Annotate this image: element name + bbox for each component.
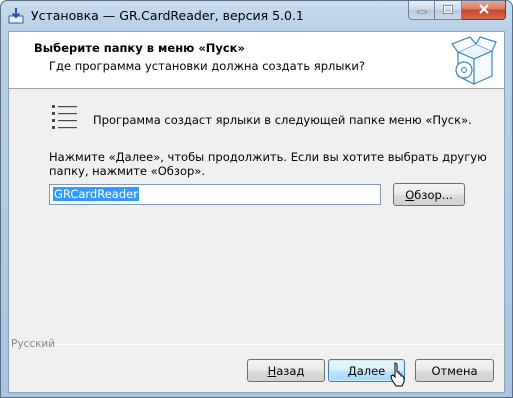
installer-window: Установка — GR.CardReader, версия 5.0.1 … <box>0 0 513 398</box>
browse-button-label: Обзор... <box>405 187 453 202</box>
cancel-button[interactable]: Отмена <box>415 359 494 382</box>
minimize-button[interactable] <box>408 1 435 20</box>
back-button[interactable]: Назад <box>247 359 325 382</box>
wizard-page: Выберите папку в меню «Пуск» Где програм… <box>8 31 505 393</box>
caption-buttons <box>408 1 506 21</box>
maximize-icon <box>443 3 453 17</box>
instructions-text: Нажмите «Далее», чтобы продолжить. Если … <box>49 150 487 178</box>
footer-divider <box>53 344 504 345</box>
close-icon <box>478 3 490 17</box>
page-title: Выберите папку в меню «Пуск» <box>34 41 245 55</box>
software-box-icon <box>448 34 498 88</box>
start-menu-folder-input[interactable]: GRCardReader <box>49 184 381 205</box>
cancel-button-label: Отмена <box>431 363 478 378</box>
list-icon <box>51 104 79 134</box>
page-subtitle: Где программа установки должна создать я… <box>49 59 365 73</box>
next-button-label: Далее <box>347 363 386 378</box>
mouse-pointer-icon <box>390 362 406 388</box>
language-label: Русский <box>11 338 56 350</box>
wizard-header: Выберите папку в меню «Пуск» Где програм… <box>9 32 504 89</box>
window-title: Установка — GR.CardReader, версия 5.0.1 <box>31 8 304 23</box>
installer-icon <box>7 7 25 25</box>
title-bar[interactable]: Установка — GR.CardReader, версия 5.0.1 <box>1 1 512 31</box>
info-text: Программа создаст ярлыки в следующей пап… <box>93 113 472 127</box>
back-button-label: Назад <box>267 363 305 378</box>
minimize-icon <box>417 3 427 17</box>
maximize-button[interactable] <box>435 1 462 20</box>
browse-button[interactable]: Обзор... <box>393 183 465 206</box>
close-button[interactable] <box>462 1 506 20</box>
folder-input-value: GRCardReader <box>53 187 139 201</box>
